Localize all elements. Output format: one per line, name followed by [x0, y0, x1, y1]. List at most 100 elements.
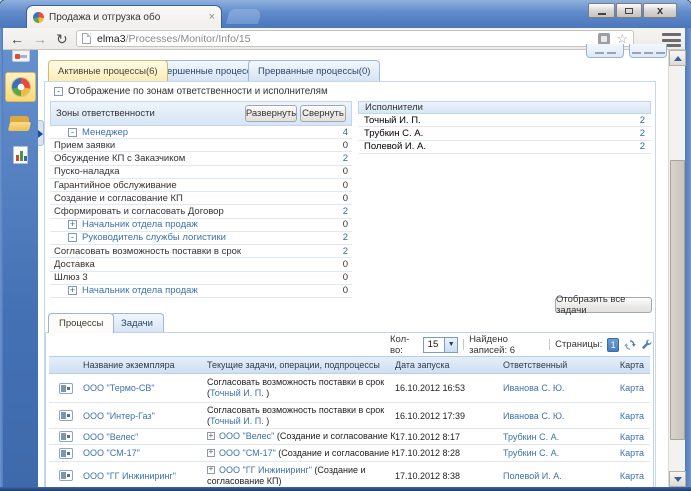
map-link[interactable]: Карта — [620, 411, 644, 421]
bookmark-star-icon[interactable]: ☆ — [616, 33, 628, 45]
sidebar-item-clipped[interactable] — [5, 48, 36, 64]
tab-active-processes[interactable]: Активные процессы(6) — [48, 60, 168, 81]
collapse-all-button[interactable]: Свернуть — [300, 105, 346, 122]
zone-row: Сформировать и согласовать Договор2 — [50, 205, 352, 218]
page-size-select[interactable]: 15 ▼ — [423, 337, 459, 353]
executor-count[interactable]: 2 — [640, 141, 645, 152]
expand-icon[interactable] — [68, 286, 77, 295]
executor-row: Полевой И. А.2 — [358, 141, 651, 154]
reload-icon[interactable]: ↻ — [56, 31, 68, 47]
page-number-button[interactable]: 1 — [607, 338, 618, 352]
zone-count[interactable]: 2 — [343, 232, 348, 243]
expand-icon[interactable] — [68, 220, 77, 229]
zone-row: Гарантийное обслуживание0 — [50, 179, 352, 192]
browser-tab[interactable]: Продажа и отгрузка обо × — [26, 5, 222, 28]
instance-icon[interactable] — [59, 383, 73, 394]
extension-icon[interactable] — [598, 33, 610, 45]
zone-link[interactable]: Менеджер — [82, 127, 128, 138]
subprocess-link[interactable]: ООО "СМ-17" — [219, 448, 276, 458]
page-icon — [82, 33, 91, 44]
table-row: ООО "Термо-СВ" Согласовать возможность п… — [49, 374, 650, 403]
instance-link[interactable]: ООО "Интер-Газ" — [83, 411, 155, 421]
col-responsible: Ответственный — [503, 360, 593, 370]
minimize-button[interactable] — [588, 3, 615, 18]
expand-icon[interactable] — [207, 466, 215, 474]
instance-icon[interactable] — [59, 410, 73, 421]
map-link[interactable]: Карта — [620, 383, 644, 393]
tab-close-icon[interactable]: × — [209, 12, 215, 23]
executor-count[interactable]: 2 — [640, 115, 645, 126]
section-collapse-icon[interactable] — [54, 87, 63, 96]
map-link[interactable]: Карта — [620, 448, 644, 458]
clipped-button[interactable] — [629, 44, 667, 58]
count-label: Кол-во: — [390, 334, 418, 356]
collapse-icon[interactable] — [68, 128, 77, 137]
subprocess-link[interactable]: ООО "ГГ Инжиниринг" — [219, 465, 312, 475]
instance-link[interactable]: ООО "СМ-17" — [83, 448, 140, 458]
clipped-button[interactable] — [586, 44, 624, 58]
close-button[interactable]: x — [643, 3, 677, 18]
new-tab-button[interactable] — [226, 9, 262, 24]
tab-title: Продажа и отгрузка обо — [49, 12, 205, 23]
window-border-right — [685, 28, 691, 491]
scroll-up-button[interactable] — [669, 50, 686, 66]
address-bar[interactable]: elma3 /Processes/Monitor/Info/15 ☆ — [76, 30, 634, 47]
zones-panel-header: Зоны ответственности Развернуть Свернуть — [50, 101, 352, 126]
responsible-link[interactable]: Полевой И. А. — [503, 471, 562, 481]
instance-icon[interactable] — [59, 448, 73, 459]
tab-tasks[interactable]: Задачи — [110, 313, 164, 332]
zone-count[interactable]: 4 — [343, 127, 348, 138]
map-link[interactable]: Карта — [620, 471, 644, 481]
executors-list: Точный И. П.2 Трубкин С. А.2 Полевой И. … — [358, 114, 651, 154]
refresh-icon[interactable] — [624, 338, 636, 352]
wrench-icon[interactable] — [641, 338, 652, 351]
instance-icon[interactable] — [59, 470, 73, 481]
zone-link[interactable]: Начальник отдела продаж — [82, 219, 198, 230]
instance-link[interactable]: ООО "ГГ Инжиниринг" — [83, 471, 176, 481]
task-executor-link[interactable]: Точный И. П. — [210, 416, 264, 426]
close-icon: x — [657, 6, 663, 16]
collapse-icon[interactable] — [68, 233, 77, 242]
scroll-down-button[interactable] — [669, 471, 686, 487]
zone-link[interactable]: Руководитель службы логистики — [82, 232, 226, 243]
show-all-tasks-button[interactable]: Отобразить все задачи — [555, 297, 652, 313]
sidebar-item-monitor[interactable] — [5, 72, 36, 102]
zone-count[interactable]: 2 — [343, 153, 348, 164]
responsible-link[interactable]: Трубкин С. А. — [503, 432, 559, 442]
report-chart-icon — [13, 146, 28, 164]
section-header: Отображение по зонам ответственности и и… — [54, 86, 328, 97]
task-executor-link[interactable]: Точный И. П. — [210, 388, 264, 398]
back-icon[interactable]: ← — [10, 31, 24, 47]
map-link[interactable]: Карта — [620, 432, 644, 442]
sidebar-item-folder[interactable] — [5, 108, 36, 138]
expand-all-button[interactable]: Развернуть — [245, 105, 297, 122]
responsible-link[interactable]: Иванова С. Ю. — [503, 411, 564, 421]
subprocess-link[interactable]: ООО "Велес" — [219, 431, 274, 441]
start-date: 17.10.2012 8:17 — [395, 432, 503, 442]
list-controls: Кол-во: 15 ▼ Найдено записей: 6 Страницы… — [390, 336, 652, 353]
maximize-button[interactable] — [616, 3, 642, 18]
zone-row: Начальник отдела продаж0 — [50, 219, 352, 232]
instance-icon[interactable] — [59, 431, 73, 442]
instance-link[interactable]: ООО "Термо-СВ" — [83, 383, 155, 393]
start-date: 17.10.2012 8:38 — [395, 471, 503, 481]
responsible-link[interactable]: Трубкин С. А. — [503, 448, 559, 458]
zone-link[interactable]: Начальник отдела продаж — [82, 285, 198, 296]
scrollbar-thumb[interactable] — [670, 160, 685, 440]
table-row: ООО "Велес" ООО "Велес" (Создание и согл… — [49, 429, 650, 445]
zone-count[interactable]: 2 — [343, 246, 348, 257]
sidebar-item-reports[interactable] — [5, 140, 36, 170]
expand-icon[interactable] — [207, 449, 215, 457]
executor-count[interactable]: 2 — [640, 128, 645, 139]
expand-icon[interactable] — [207, 432, 215, 440]
executor-row: Трубкин С. А.2 — [358, 127, 651, 140]
forward-icon[interactable]: → — [33, 31, 47, 47]
zones-title: Зоны ответственности — [56, 108, 155, 119]
responsible-link[interactable]: Иванова С. Ю. — [503, 383, 564, 393]
tab-interrupted-processes[interactable]: Прерванные процессы(0) — [248, 60, 380, 81]
chevron-down-icon[interactable]: ▼ — [444, 338, 457, 352]
instance-link[interactable]: ООО "Велес" — [83, 432, 138, 442]
tab-processes[interactable]: Процессы — [48, 313, 114, 333]
vertical-scrollbar[interactable] — [668, 50, 685, 487]
zone-count[interactable]: 2 — [343, 206, 348, 217]
